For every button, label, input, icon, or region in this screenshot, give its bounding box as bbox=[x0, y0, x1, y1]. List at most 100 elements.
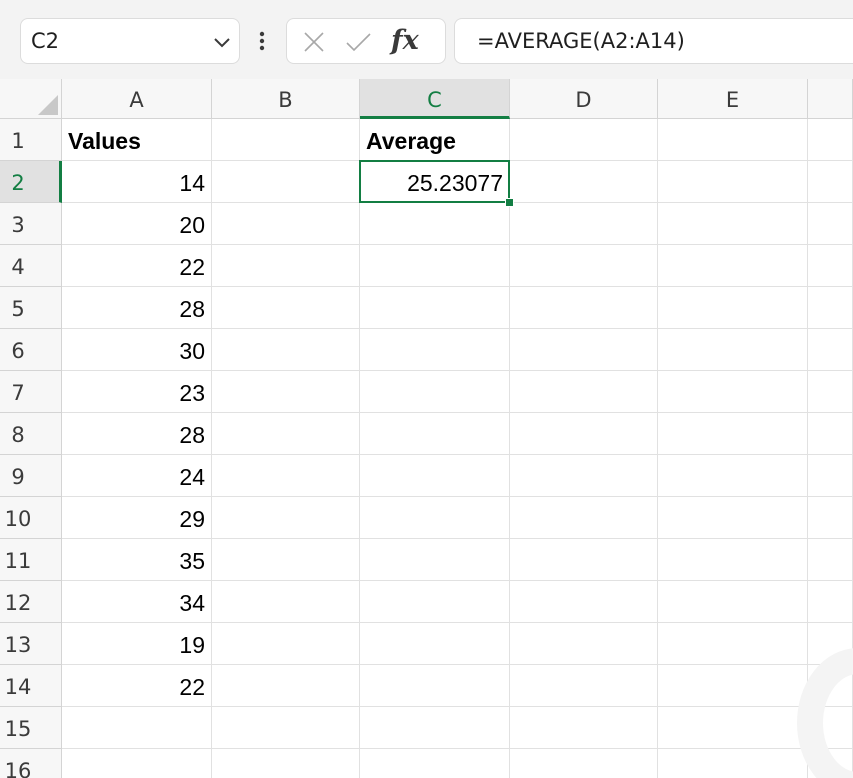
cell-overflow[interactable] bbox=[808, 455, 853, 497]
row-header-14[interactable]: 14 bbox=[0, 665, 62, 707]
cell-d3[interactable] bbox=[510, 203, 658, 245]
cell-d13[interactable] bbox=[510, 623, 658, 665]
cell-c4[interactable] bbox=[360, 245, 510, 287]
cell-d6[interactable] bbox=[510, 329, 658, 371]
row-header-1[interactable]: 1 bbox=[0, 119, 62, 161]
cell-a11[interactable]: 35 bbox=[62, 539, 212, 581]
cell-a14[interactable]: 22 bbox=[62, 665, 212, 707]
cell-c1[interactable]: Average bbox=[360, 119, 510, 161]
cell-e2[interactable] bbox=[658, 161, 808, 203]
cell-overflow[interactable] bbox=[808, 749, 853, 778]
row-header-15[interactable]: 15 bbox=[0, 707, 62, 749]
cell-c3[interactable] bbox=[360, 203, 510, 245]
cell-e9[interactable] bbox=[658, 455, 808, 497]
row-header-8[interactable]: 8 bbox=[0, 413, 62, 455]
close-icon[interactable] bbox=[299, 27, 329, 57]
cell-d16[interactable] bbox=[510, 749, 658, 778]
cell-a6[interactable]: 30 bbox=[62, 329, 212, 371]
column-header-e[interactable]: E bbox=[658, 79, 808, 119]
cell-b5[interactable] bbox=[212, 287, 360, 329]
cell-overflow[interactable] bbox=[808, 203, 853, 245]
cell-overflow[interactable] bbox=[808, 413, 853, 455]
cell-b13[interactable] bbox=[212, 623, 360, 665]
cell-a16[interactable] bbox=[62, 749, 212, 778]
cell-c12[interactable] bbox=[360, 581, 510, 623]
cell-a13[interactable]: 19 bbox=[62, 623, 212, 665]
cell-a1[interactable]: Values bbox=[62, 119, 212, 161]
cell-b4[interactable] bbox=[212, 245, 360, 287]
cell-b7[interactable] bbox=[212, 371, 360, 413]
row-header-10[interactable]: 10 bbox=[0, 497, 62, 539]
cell-c15[interactable] bbox=[360, 707, 510, 749]
cell-e15[interactable] bbox=[658, 707, 808, 749]
cell-overflow[interactable] bbox=[808, 119, 853, 161]
cell-a5[interactable]: 28 bbox=[62, 287, 212, 329]
cell-a4[interactable]: 22 bbox=[62, 245, 212, 287]
cell-c11[interactable] bbox=[360, 539, 510, 581]
cell-e4[interactable] bbox=[658, 245, 808, 287]
cell-c13[interactable] bbox=[360, 623, 510, 665]
cell-c10[interactable] bbox=[360, 497, 510, 539]
row-header-2[interactable]: 2 bbox=[0, 161, 62, 203]
name-box[interactable]: C2 bbox=[20, 18, 240, 64]
cell-overflow[interactable] bbox=[808, 371, 853, 413]
cell-overflow[interactable] bbox=[808, 539, 853, 581]
cell-overflow[interactable] bbox=[808, 665, 853, 707]
column-header-c[interactable]: C bbox=[360, 79, 510, 119]
cell-a2[interactable]: 14 bbox=[62, 161, 212, 203]
cell-b8[interactable] bbox=[212, 413, 360, 455]
cell-d12[interactable] bbox=[510, 581, 658, 623]
cell-a12[interactable]: 34 bbox=[62, 581, 212, 623]
row-header-3[interactable]: 3 bbox=[0, 203, 62, 245]
cell-b6[interactable] bbox=[212, 329, 360, 371]
row-header-5[interactable]: 5 bbox=[0, 287, 62, 329]
row-header-11[interactable]: 11 bbox=[0, 539, 62, 581]
cell-b2[interactable] bbox=[212, 161, 360, 203]
cell-e12[interactable] bbox=[658, 581, 808, 623]
chevron-down-icon[interactable] bbox=[211, 31, 233, 53]
cell-overflow[interactable] bbox=[808, 245, 853, 287]
cell-e16[interactable] bbox=[658, 749, 808, 778]
cell-e13[interactable] bbox=[658, 623, 808, 665]
cell-a9[interactable]: 24 bbox=[62, 455, 212, 497]
cell-overflow[interactable] bbox=[808, 707, 853, 749]
column-header-next[interactable] bbox=[808, 79, 853, 119]
cell-overflow[interactable] bbox=[808, 161, 853, 203]
cell-e14[interactable] bbox=[658, 665, 808, 707]
cell-d11[interactable] bbox=[510, 539, 658, 581]
cell-c8[interactable] bbox=[360, 413, 510, 455]
cell-b12[interactable] bbox=[212, 581, 360, 623]
cell-e7[interactable] bbox=[658, 371, 808, 413]
cell-e10[interactable] bbox=[658, 497, 808, 539]
insert-function-button[interactable]: fx bbox=[391, 23, 439, 59]
cell-e1[interactable] bbox=[658, 119, 808, 161]
cell-b15[interactable] bbox=[212, 707, 360, 749]
fill-handle[interactable] bbox=[505, 198, 514, 207]
row-header-16[interactable]: 16 bbox=[0, 749, 62, 778]
cell-b1[interactable] bbox=[212, 119, 360, 161]
cell-c14[interactable] bbox=[360, 665, 510, 707]
cell-d14[interactable] bbox=[510, 665, 658, 707]
cell-a15[interactable] bbox=[62, 707, 212, 749]
cell-d15[interactable] bbox=[510, 707, 658, 749]
column-header-d[interactable]: D bbox=[510, 79, 658, 119]
column-header-b[interactable]: B bbox=[212, 79, 360, 119]
cell-b11[interactable] bbox=[212, 539, 360, 581]
select-all-button[interactable] bbox=[0, 79, 62, 119]
cell-e11[interactable] bbox=[658, 539, 808, 581]
cell-overflow[interactable] bbox=[808, 581, 853, 623]
cell-d9[interactable] bbox=[510, 455, 658, 497]
cell-b14[interactable] bbox=[212, 665, 360, 707]
row-header-4[interactable]: 4 bbox=[0, 245, 62, 287]
cell-d1[interactable] bbox=[510, 119, 658, 161]
cell-e8[interactable] bbox=[658, 413, 808, 455]
cell-c6[interactable] bbox=[360, 329, 510, 371]
cell-d7[interactable] bbox=[510, 371, 658, 413]
cell-a3[interactable]: 20 bbox=[62, 203, 212, 245]
row-header-6[interactable]: 6 bbox=[0, 329, 62, 371]
row-header-12[interactable]: 12 bbox=[0, 581, 62, 623]
cell-a7[interactable]: 23 bbox=[62, 371, 212, 413]
row-header-7[interactable]: 7 bbox=[0, 371, 62, 413]
cell-b3[interactable] bbox=[212, 203, 360, 245]
cell-a10[interactable]: 29 bbox=[62, 497, 212, 539]
